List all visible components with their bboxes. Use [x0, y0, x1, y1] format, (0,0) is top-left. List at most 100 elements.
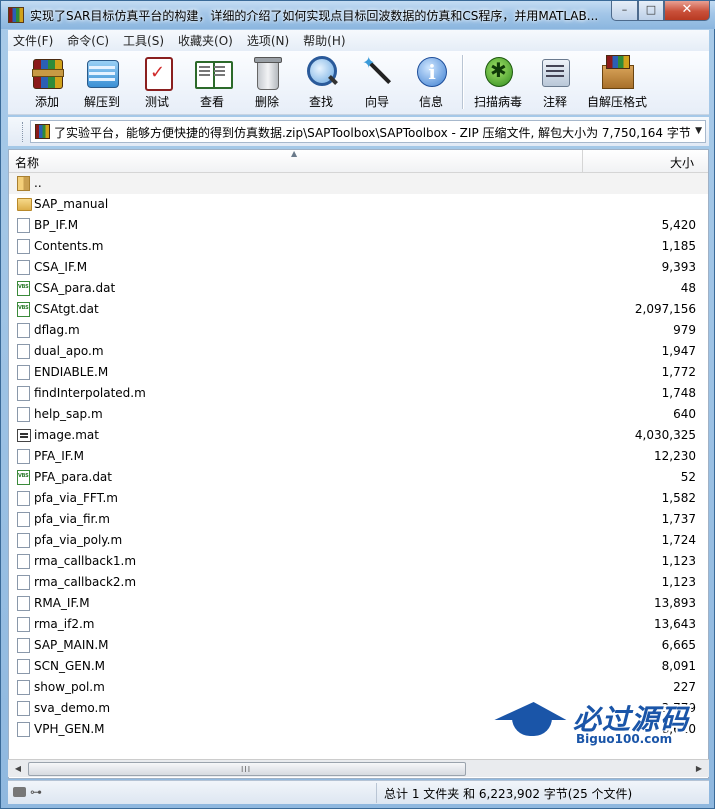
file-icon — [17, 638, 30, 653]
list-item[interactable]: PFA_IF.M 12,230 — [9, 446, 708, 467]
file-icon — [17, 407, 30, 422]
list-item[interactable]: .. — [9, 173, 708, 194]
list-item[interactable]: CSAtgt.dat 2,097,156 — [9, 299, 708, 320]
file-name: SAP_manual — [34, 197, 109, 211]
file-size: 9,393 — [661, 260, 696, 274]
list-item[interactable]: dual_apo.m 1,947 — [9, 341, 708, 362]
window-title: 实现了SAR目标仿真平台的构建，详细的介绍了如何实现点目标回波数据的仿真和CS程… — [30, 9, 599, 23]
find-button[interactable]: 查找 — [296, 53, 346, 113]
list-item[interactable]: SCN_GEN.M 8,091 — [9, 656, 708, 677]
file-size: 227 — [673, 680, 696, 694]
column-name-label: 名称 — [15, 156, 40, 170]
file-name: pfa_via_FFT.m — [34, 491, 118, 505]
maximize-button[interactable]: □ — [638, 1, 664, 21]
file-size: 48 — [680, 281, 696, 295]
file-name: findInterpolated.m — [34, 386, 146, 400]
file-name: pfa_via_fir.m — [34, 512, 110, 526]
menu-commands[interactable]: 命令(C) — [67, 32, 109, 49]
file-name: ENDIABLE.M — [34, 365, 109, 379]
horizontal-scrollbar[interactable]: ◀ III ▶ — [8, 759, 709, 777]
list-item[interactable]: CSA_para.dat 48 — [9, 278, 708, 299]
trash-can-icon — [248, 53, 286, 91]
add-button[interactable]: 添加 — [22, 53, 72, 113]
list-item[interactable]: Contents.m 1,185 — [9, 236, 708, 257]
file-name: dflag.m — [34, 323, 80, 337]
virus-scan-button[interactable]: 扫描病毒 — [470, 53, 526, 113]
list-item[interactable]: BP_IF.M 5,420 — [9, 215, 708, 236]
sfx-label: 自解压格式 — [586, 95, 647, 109]
bug-icon — [479, 53, 517, 91]
vbs-file-icon — [17, 470, 30, 485]
file-icon — [17, 596, 30, 611]
file-name: sva_demo.m — [34, 701, 111, 715]
file-icon — [17, 239, 30, 254]
path-field[interactable]: 了实验平台，能够方便快捷的得到仿真数据.zip\SAPToolbox\SAPTo… — [30, 120, 706, 143]
file-rows: .. SAP_manual BP_IF.M 5,420 Contents.m 1,1… — [9, 173, 708, 740]
toolbar-separator — [462, 55, 464, 109]
sfx-button[interactable]: 自解压格式 — [584, 53, 650, 113]
file-icon — [17, 218, 30, 233]
list-item[interactable]: help_sap.m 640 — [9, 404, 708, 425]
scrollbar-thumb[interactable]: III — [28, 762, 466, 776]
scroll-right-icon[interactable]: ▶ — [691, 761, 707, 777]
watermark-url: Biguo100.com — [576, 732, 673, 746]
file-size: 5,420 — [661, 218, 696, 232]
title-bar[interactable]: 实现了SAR目标仿真平台的构建，详细的介绍了如何实现点目标回波数据的仿真和CS程… — [1, 1, 715, 29]
list-item[interactable]: rma_callback1.m 1,123 — [9, 551, 708, 572]
test-button[interactable]: 测试 — [132, 53, 182, 113]
delete-button[interactable]: 删除 — [242, 53, 292, 113]
list-item[interactable]: RMA_IF.M 13,893 — [9, 593, 708, 614]
drive-icon[interactable] — [13, 787, 26, 797]
list-item[interactable]: PFA_para.dat 52 — [9, 467, 708, 488]
test-checklist-icon — [138, 53, 176, 91]
list-item[interactable]: pfa_via_FFT.m 1,582 — [9, 488, 708, 509]
list-item[interactable]: pfa_via_fir.m 1,737 — [9, 509, 708, 530]
find-label: 查找 — [308, 95, 333, 109]
list-item[interactable]: rma_if2.m 13,643 — [9, 614, 708, 635]
path-dropdown-icon[interactable]: ▼ — [695, 126, 702, 136]
menu-file[interactable]: 文件(F) — [13, 32, 53, 49]
list-item[interactable]: show_pol.m 227 — [9, 677, 708, 698]
menu-tools[interactable]: 工具(S) — [123, 32, 164, 49]
delete-label: 删除 — [254, 95, 279, 109]
list-item[interactable]: findInterpolated.m 1,748 — [9, 383, 708, 404]
column-size[interactable]: 大小 — [584, 150, 708, 172]
extract-to-button[interactable]: 解压到 — [76, 53, 128, 113]
menu-help[interactable]: 帮助(H) — [303, 32, 345, 49]
list-item[interactable]: CSA_IF.M 9,393 — [9, 257, 708, 278]
address-grip[interactable] — [22, 122, 25, 142]
list-item[interactable]: dflag.m 979 — [9, 320, 708, 341]
list-item[interactable]: ENDIABLE.M 1,772 — [9, 362, 708, 383]
menu-options[interactable]: 选项(N) — [247, 32, 289, 49]
file-name: pfa_via_poly.m — [34, 533, 123, 547]
file-name: image.mat — [34, 428, 99, 442]
menu-favorites[interactable]: 收藏夹(O) — [178, 32, 233, 49]
file-icon — [17, 554, 30, 569]
file-size: 8,091 — [661, 659, 696, 673]
comment-button[interactable]: 注释 — [530, 53, 580, 113]
column-name[interactable]: 名称 ▲ — [9, 150, 583, 172]
file-name: CSA_IF.M — [34, 260, 88, 274]
close-button[interactable]: ✕ — [664, 1, 710, 21]
list-item[interactable]: pfa_via_poly.m 1,724 — [9, 530, 708, 551]
file-name: RMA_IF.M — [34, 596, 90, 610]
file-list[interactable]: 名称 ▲ 大小 .. SAP_manual BP_IF.M 5,420 Conte… — [8, 149, 709, 779]
file-icon — [17, 722, 30, 737]
graduation-cap-icon — [496, 702, 568, 742]
minimize-button[interactable]: – — [611, 1, 638, 21]
scroll-left-icon[interactable]: ◀ — [10, 761, 26, 777]
list-item[interactable]: image.mat 4,030,325 — [9, 425, 708, 446]
wizard-label: 向导 — [364, 95, 389, 109]
file-size: 1,582 — [661, 491, 696, 505]
list-item[interactable]: SAP_MAIN.M 6,665 — [9, 635, 708, 656]
view-button[interactable]: 查看 — [186, 53, 238, 113]
file-icon — [17, 491, 30, 506]
magnifier-icon — [302, 53, 340, 91]
key-icon[interactable]: ⊶ — [30, 785, 42, 799]
winrar-app-icon[interactable] — [8, 7, 24, 23]
info-button[interactable]: 信息 — [406, 53, 456, 113]
file-icon — [17, 323, 30, 338]
list-item[interactable]: rma_callback2.m 1,123 — [9, 572, 708, 593]
wizard-button[interactable]: 向导 — [352, 53, 402, 113]
list-item[interactable]: SAP_manual — [9, 194, 708, 215]
